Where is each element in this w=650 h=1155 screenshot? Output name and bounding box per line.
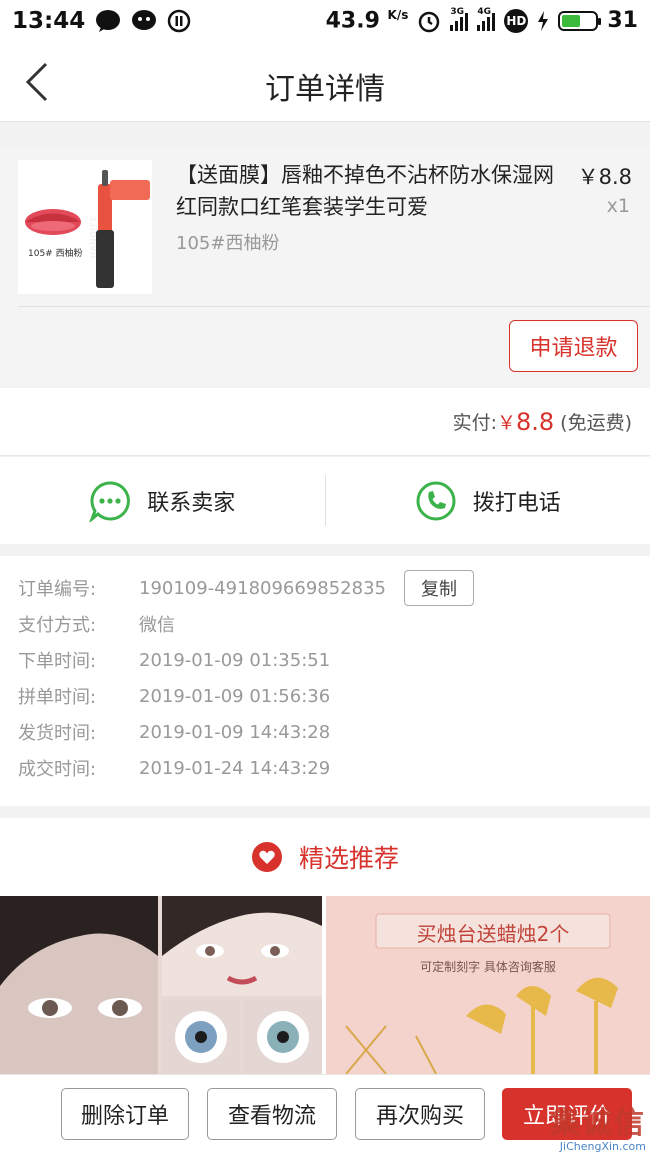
banner-title: 买烛台送蜡烛2个 bbox=[416, 922, 570, 946]
phone-icon bbox=[416, 481, 456, 520]
info-label: 订单编号: bbox=[18, 579, 97, 600]
info-label: 成交时间: bbox=[18, 759, 97, 780]
buy-again-button[interactable]: 再次购买 bbox=[355, 1088, 485, 1140]
order-time-row: 下单时间: 2019-01-09 01:35:51 bbox=[0, 642, 650, 678]
payment-method-value: 微信 bbox=[139, 615, 175, 636]
refund-button[interactable]: 申请退款 bbox=[509, 320, 638, 372]
product-thumbnail[interactable]: 105# 西柚粉 HANOIFE bbox=[18, 160, 152, 294]
pause-icon bbox=[167, 9, 191, 33]
recommend-grid: 买烛台送蜡烛2个 可定制刻字 具体咨询客服 bbox=[0, 896, 650, 1074]
product-spec: 105#西柚粉 bbox=[176, 233, 280, 254]
view-logistics-button[interactable]: 查看物流 bbox=[207, 1088, 337, 1140]
status-time: 13:44 bbox=[12, 8, 86, 34]
signal-3g-icon: 3G bbox=[450, 7, 469, 31]
recommend-header: 精选推荐 bbox=[0, 818, 650, 896]
call-label: 拨打电话 bbox=[472, 490, 561, 516]
ship-time-value: 2019-01-09 14:43:28 bbox=[139, 721, 331, 743]
alarm-icon bbox=[417, 9, 441, 33]
battery-level: 31 bbox=[607, 8, 638, 34]
page-title: 订单详情 bbox=[265, 72, 385, 107]
order-number-row: 订单编号: 190109-491809669852835 复制 bbox=[0, 570, 650, 606]
battery-icon bbox=[558, 10, 602, 31]
order-info-panel: 订单编号: 190109-491809669852835 复制 支付方式: 微信… bbox=[0, 556, 650, 806]
info-label: 拼单时间: bbox=[18, 687, 97, 708]
contact-seller-label: 联系卖家 bbox=[147, 490, 236, 516]
product-quantity: x1 bbox=[606, 195, 630, 217]
contact-row: 联系卖家 拨打电话 bbox=[0, 457, 650, 544]
bottom-action-bar: 删除订单 查看物流 再次购买 立即评价 集诚信 JiChengXin.com bbox=[0, 1074, 650, 1155]
status-bar: 13:44 43.9 K/s 3G 4G HD 31 bbox=[0, 0, 650, 42]
signal-4g-icon: 4G bbox=[477, 7, 496, 31]
product-name[interactable]: 【送面膜】唇釉不掉色不沾杯防水保湿网红同款口红笔套装学生可爱 bbox=[176, 159, 566, 223]
card-divider bbox=[18, 306, 650, 307]
info-label: 发货时间: bbox=[18, 723, 97, 744]
thumbnail-caption: 105# 西柚粉 bbox=[28, 249, 83, 259]
order-time-value: 2019-01-09 01:35:51 bbox=[139, 649, 331, 671]
shipping-note: (免运费) bbox=[560, 412, 632, 434]
paid-row: 实付: ￥ 8.8 (免运费) bbox=[0, 388, 650, 456]
hd-icon: HD bbox=[504, 8, 529, 33]
paid-currency: ￥ bbox=[496, 412, 516, 434]
delete-order-button[interactable]: 删除订单 bbox=[61, 1088, 189, 1140]
info-label: 下单时间: bbox=[18, 651, 97, 672]
site-watermark: 集诚信 JiChengXin.com bbox=[550, 1106, 646, 1153]
recommend-title: 精选推荐 bbox=[298, 844, 399, 873]
thumbnail-brand: HANOIFE bbox=[89, 215, 98, 258]
info-label: 支付方式: bbox=[18, 615, 97, 636]
group-time-value: 2019-01-09 01:56:36 bbox=[139, 685, 331, 707]
heart-badge-icon bbox=[251, 842, 282, 872]
order-number-value: 190109-491809669852835 bbox=[139, 577, 386, 599]
chat-icon bbox=[89, 480, 131, 522]
contact-lens-product-image bbox=[0, 896, 322, 1074]
lipstick-image bbox=[18, 160, 152, 294]
status-right: 43.9 K/s 3G 4G HD 31 bbox=[325, 7, 638, 34]
ship-time-row: 发货时间: 2019-01-09 14:43:28 bbox=[0, 714, 650, 750]
group-time-row: 拼单时间: 2019-01-09 01:56:36 bbox=[0, 678, 650, 714]
paid-label: 实付: bbox=[452, 412, 497, 434]
chat-bubble-icon bbox=[95, 9, 121, 33]
copy-button[interactable]: 复制 bbox=[404, 570, 474, 606]
recommend-item-contact-lens[interactable] bbox=[0, 896, 322, 1074]
paid-amount: 8.8 bbox=[516, 407, 555, 436]
product-price: ￥8.8 bbox=[577, 165, 632, 189]
wechat-notify-icon bbox=[131, 9, 157, 33]
contact-seller-button[interactable]: 联系卖家 bbox=[0, 457, 325, 544]
complete-time-value: 2019-01-24 14:43:29 bbox=[139, 757, 331, 779]
complete-time-row: 成交时间: 2019-01-24 14:43:29 bbox=[0, 750, 650, 786]
status-left: 13:44 bbox=[12, 8, 191, 34]
payment-method-row: 支付方式: 微信 bbox=[0, 606, 650, 642]
call-button[interactable]: 拨打电话 bbox=[326, 457, 650, 544]
recommend-item-candle-holder[interactable]: 买烛台送蜡烛2个 可定制刻字 具体咨询客服 bbox=[326, 896, 650, 1074]
nav-bar: 订单详情 bbox=[0, 42, 650, 122]
banner-subtitle: 可定制刻字 具体咨询客服 bbox=[420, 960, 556, 974]
network-speed: 43.9 K/s bbox=[325, 8, 409, 34]
product-card[interactable]: 105# 西柚粉 HANOIFE 【送面膜】唇釉不掉色不沾杯防水保湿网红同款口红… bbox=[0, 147, 650, 387]
charging-icon bbox=[537, 10, 549, 31]
